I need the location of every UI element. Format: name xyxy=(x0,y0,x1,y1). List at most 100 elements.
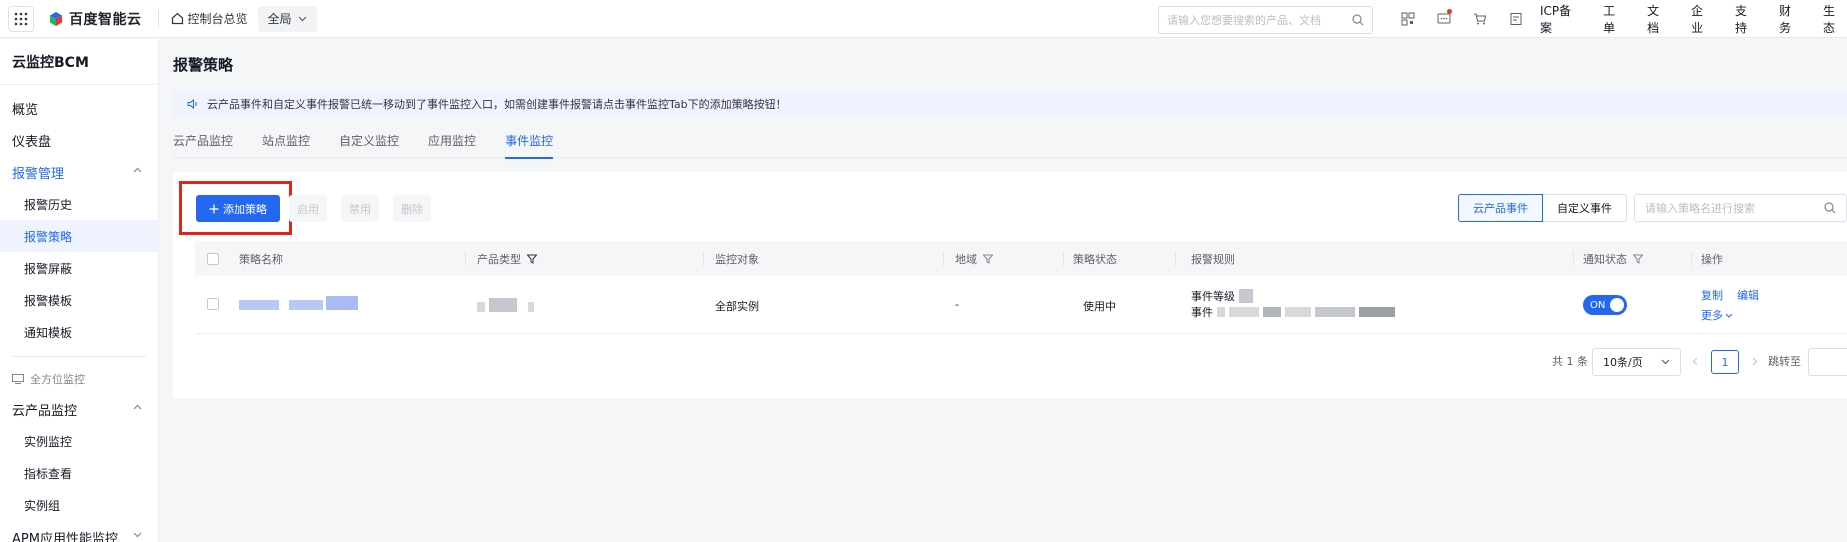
message-icon[interactable] xyxy=(1426,9,1462,26)
notice-text: 云产品事件和自定义事件报警已统一移动到了事件监控入口，如需创建事件报警请点击事件… xyxy=(207,98,787,111)
redacted-text xyxy=(477,302,485,312)
topbar-link-docs[interactable]: 文档 xyxy=(1647,2,1671,36)
redacted-text xyxy=(1359,307,1395,317)
more-dropdown[interactable]: 更多 xyxy=(1701,307,1733,323)
next-page-button[interactable] xyxy=(1752,347,1758,375)
chevron-down-icon xyxy=(1725,313,1733,318)
delete-button[interactable]: 删除 xyxy=(393,195,431,222)
plus-icon xyxy=(209,204,219,213)
row-checkbox[interactable] xyxy=(207,298,219,310)
sidebar-item-dashboard[interactable]: 仪表盘 xyxy=(0,124,158,156)
sidebar-item-apm[interactable]: APM应用性能监控 xyxy=(0,521,158,542)
sidebar-item-instance-group[interactable]: 实例组 xyxy=(0,489,158,521)
th-operations: 操作 xyxy=(1701,252,1723,266)
column-divider xyxy=(703,251,704,266)
enable-button[interactable]: 启用 xyxy=(289,195,327,222)
brand-name: 百度智能云 xyxy=(69,11,142,28)
redacted-text xyxy=(1217,307,1225,317)
topbar-icon-group xyxy=(1390,0,1534,38)
event-type-switch: 云产品事件 自定义事件 xyxy=(1458,194,1627,222)
chevron-down-icon xyxy=(298,16,306,21)
tab-app-monitoring[interactable]: 应用监控 xyxy=(428,128,476,158)
custom-event-button[interactable]: 自定义事件 xyxy=(1543,194,1627,222)
sidebar-item-alarm-template[interactable]: 报警模板 xyxy=(0,284,158,316)
policy-search-input[interactable]: 请输入策略名进行搜索 xyxy=(1634,194,1847,222)
top-bar: 百度智能云 控制台总览 全局 请输入您想要搜索的产品、文档 ICP备案 工单 文… xyxy=(0,0,1847,38)
sidebar-item-notify-template[interactable]: 通知模板 xyxy=(0,316,158,348)
th-notify-status[interactable]: 通知状态 xyxy=(1583,241,1643,276)
tab-event-monitoring[interactable]: 事件监控 xyxy=(505,128,554,159)
search-icon[interactable] xyxy=(1824,202,1836,214)
copy-link[interactable]: 复制 xyxy=(1701,287,1723,303)
cloud-event-button[interactable]: 云产品事件 xyxy=(1458,194,1543,222)
sidebar-item-alarm-mask[interactable]: 报警屏蔽 xyxy=(0,252,158,284)
topbar-link-icp[interactable]: ICP备案 xyxy=(1540,2,1583,36)
th-product-type[interactable]: 产品类型 xyxy=(477,241,537,276)
home-icon xyxy=(171,12,183,25)
disable-button[interactable]: 禁用 xyxy=(341,195,379,222)
select-all-checkbox[interactable] xyxy=(207,252,219,265)
add-policy-button[interactable]: 添加策略 xyxy=(196,195,280,222)
notify-toggle[interactable]: ON xyxy=(1583,295,1627,315)
filter-icon[interactable] xyxy=(983,254,993,264)
sidebar-item-overview[interactable]: 概览 xyxy=(0,92,158,124)
th-region-label: 地域 xyxy=(955,252,977,266)
global-search-placeholder: 请输入您想要搜索的产品、文档 xyxy=(1167,14,1321,27)
pager-total: 共 1 条 xyxy=(1552,355,1588,368)
rule-cell: 事件等级 事件 xyxy=(1191,288,1395,320)
tab-cloud-product-monitoring[interactable]: 云产品监控 xyxy=(173,128,233,158)
search-icon[interactable] xyxy=(1352,14,1364,26)
chevron-right-icon xyxy=(1752,357,1758,365)
page-number-current[interactable]: 1 xyxy=(1711,350,1739,374)
brand-logo[interactable]: 百度智能云 xyxy=(48,9,142,29)
th-alarm-rule: 报警规则 xyxy=(1191,252,1235,266)
sidebar-item-alarm-management[interactable]: 报警管理 xyxy=(0,156,158,188)
topbar-link-enterprise[interactable]: 企业 xyxy=(1691,2,1715,36)
sidebar-item-instance-monitoring[interactable]: 实例监控 xyxy=(0,425,158,457)
qrcode-icon[interactable] xyxy=(1390,12,1426,26)
sidebar-item-cloud-monitoring-label: 云产品监控 xyxy=(12,403,78,419)
tab-site-monitoring[interactable]: 站点监控 xyxy=(262,128,310,158)
th-policy-status: 策略状态 xyxy=(1073,252,1117,266)
chevron-up-icon xyxy=(133,404,142,410)
th-target: 监控对象 xyxy=(715,252,759,266)
column-divider xyxy=(465,251,466,266)
region-select[interactable]: 全局 xyxy=(257,5,317,32)
page-size-select[interactable]: 10条/页 xyxy=(1592,348,1681,376)
redacted-text xyxy=(528,302,534,312)
filter-icon[interactable] xyxy=(527,254,537,264)
cart-icon[interactable] xyxy=(1462,12,1498,26)
redacted-text xyxy=(288,300,323,310)
topbar-divider xyxy=(157,9,159,28)
topbar-link-finance[interactable]: 财务 xyxy=(1779,2,1803,36)
redacted-text xyxy=(1239,289,1253,303)
table-row: 全部实例 - 使用中 事件等级 事件 ON 复制 编辑 更多 xyxy=(195,276,1847,334)
th-region[interactable]: 地域 xyxy=(955,241,993,276)
add-policy-label: 添加策略 xyxy=(223,202,267,216)
column-divider xyxy=(1573,251,1574,266)
tab-custom-monitoring[interactable]: 自定义监控 xyxy=(339,128,399,158)
topbar-link-support[interactable]: 支持 xyxy=(1735,2,1759,36)
console-overview-link[interactable]: 控制台总览 xyxy=(171,10,248,27)
column-divider xyxy=(1691,251,1692,266)
topbar-link-ecosystem[interactable]: 生态 xyxy=(1823,2,1847,36)
console-overview-label: 控制台总览 xyxy=(187,12,248,26)
monitor-icon xyxy=(12,374,24,384)
edit-link[interactable]: 编辑 xyxy=(1737,287,1759,303)
sidebar-item-alarm-management-label: 报警管理 xyxy=(12,166,65,182)
sidebar-item-alarm-policy[interactable]: 报警策略 xyxy=(0,220,158,252)
policy-name-link[interactable] xyxy=(239,296,358,313)
chevron-down-icon xyxy=(133,532,142,538)
filter-icon[interactable] xyxy=(1633,254,1643,264)
sidebar-item-cloud-monitoring[interactable]: 云产品监控 xyxy=(0,393,158,425)
billing-icon[interactable] xyxy=(1498,12,1534,26)
topbar-link-ticket[interactable]: 工单 xyxy=(1603,2,1627,36)
global-search-input[interactable]: 请输入您想要搜索的产品、文档 xyxy=(1158,6,1373,34)
jump-page-input[interactable] xyxy=(1808,348,1847,376)
sidebar-item-metric-view[interactable]: 指标查看 xyxy=(0,457,158,489)
sidebar-divider xyxy=(12,356,146,357)
prev-page-button[interactable] xyxy=(1692,347,1698,375)
redacted-text xyxy=(1229,307,1259,317)
apps-grid-icon[interactable] xyxy=(8,5,34,32)
sidebar-item-alarm-history[interactable]: 报警历史 xyxy=(0,188,158,220)
